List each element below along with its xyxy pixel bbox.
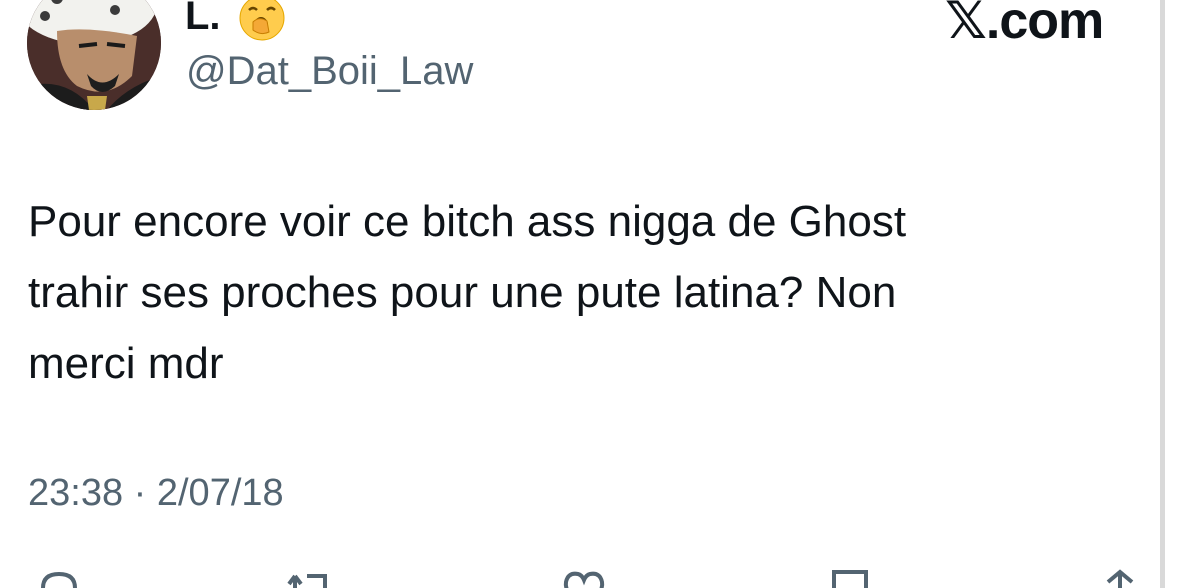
tweet-text: Pour encore voir ce bitch ass nigga de G… <box>28 197 907 388</box>
avatar-image <box>27 0 161 110</box>
bookmark-icon[interactable] <box>826 566 874 588</box>
reply-icon[interactable] <box>35 566 83 588</box>
tweet-timestamp[interactable]: 23:38 · 2/07/18 <box>28 470 284 516</box>
right-edge-divider <box>1160 0 1165 588</box>
x-brand-logo: 𝕏.com <box>945 0 1104 50</box>
tweet-card: L. @Dat_Boii_Law 𝕏.com Pour encore voir … <box>0 0 1179 588</box>
user-handle[interactable]: @Dat_Boii_Law <box>186 48 473 94</box>
share-icon[interactable] <box>1096 566 1144 588</box>
display-name[interactable]: L. <box>185 0 221 38</box>
yawning-face-emoji-icon <box>239 0 285 41</box>
avatar[interactable] <box>27 0 161 110</box>
retweet-icon[interactable] <box>285 566 333 588</box>
like-icon[interactable] <box>560 566 608 588</box>
